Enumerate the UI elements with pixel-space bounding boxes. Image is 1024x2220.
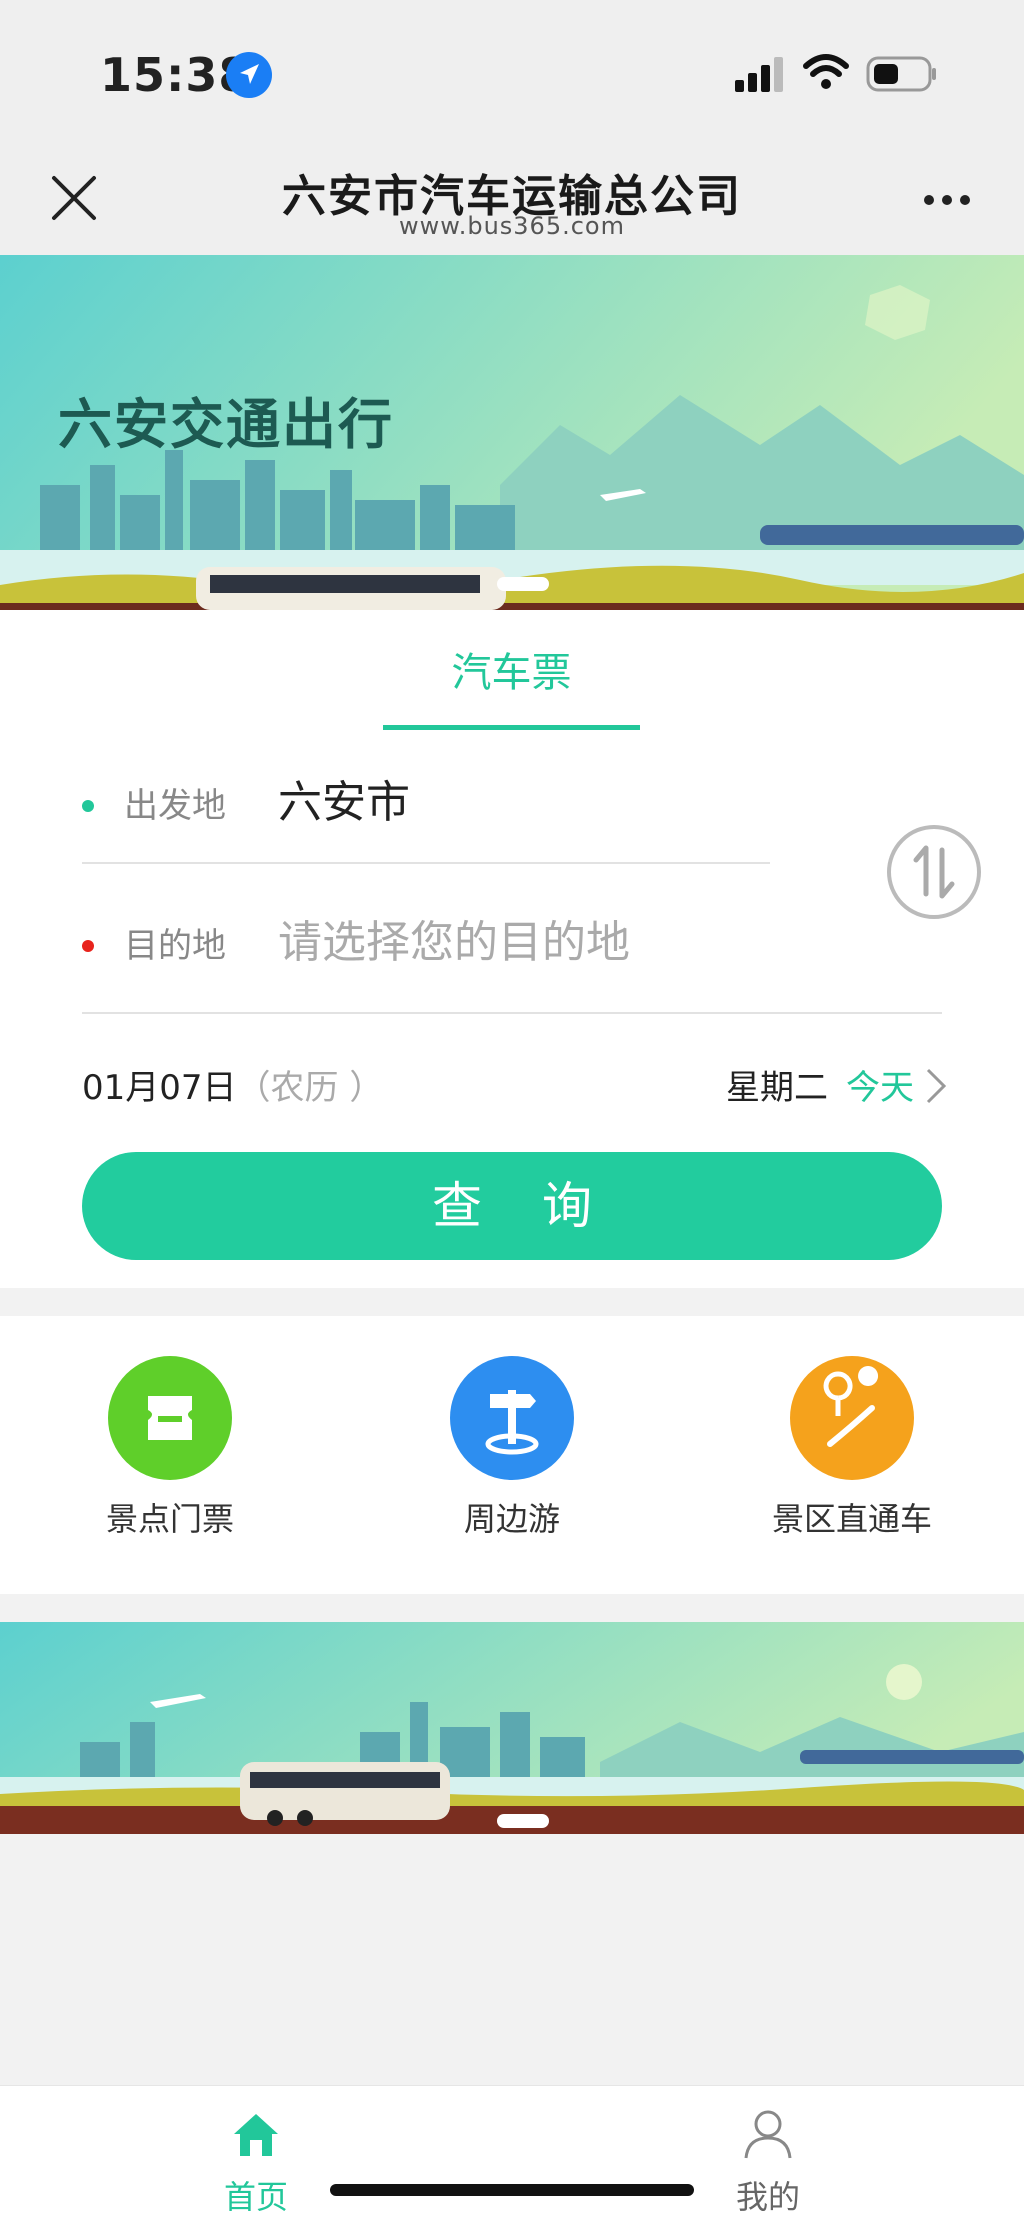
search-button[interactable]: 查询 — [82, 1152, 942, 1260]
carousel-indicator — [497, 577, 549, 591]
more-menu-button[interactable] — [924, 190, 978, 210]
signpost-icon — [450, 1356, 574, 1480]
swap-icon[interactable] — [886, 824, 982, 920]
departure-dot — [82, 800, 94, 812]
map-pin-icon — [790, 1356, 914, 1480]
feature-scenic-shuttle[interactable]: 景区直通车 — [732, 1356, 972, 1540]
home-icon — [234, 2114, 278, 2156]
feature-grid: 景点门票 周边游 景区直通车 — [0, 1316, 1024, 1594]
departure-label: 出发地 — [124, 786, 226, 826]
wifi-icon — [803, 54, 849, 89]
date-selector[interactable]: 01月07日（农历 ） — [82, 1060, 383, 1109]
nav-label: 首页 — [223, 2178, 288, 2216]
weekday-label: 星期二 — [726, 1068, 828, 1108]
home-indicator — [330, 2184, 694, 2196]
cellular-signal-icon — [735, 57, 783, 92]
departure-field[interactable]: 六安市 — [278, 766, 410, 830]
feature-nearby-tours[interactable]: 周边游 — [392, 1356, 632, 1540]
bottom-nav: 首页 我的 — [0, 2085, 1024, 2220]
promo-banner[interactable]: 六安交通出行 — [0, 255, 1024, 610]
carousel-indicator — [497, 1814, 549, 1828]
location-icon — [226, 52, 272, 98]
lunar-date: （农历 ） — [236, 1068, 384, 1108]
battery-icon — [866, 56, 936, 92]
destination-dot — [82, 940, 94, 952]
ticket-icon — [108, 1356, 232, 1480]
date-value: 01月07日 — [82, 1068, 237, 1108]
divider — [82, 1012, 942, 1014]
title-bar: 六安市汽车运输总公司 www.bus365.com — [0, 140, 1024, 255]
feature-scenic-tickets[interactable]: 景点门票 — [50, 1356, 290, 1540]
user-icon — [744, 2110, 792, 2159]
nav-label: 我的 — [735, 2178, 800, 2216]
feature-label: 景点门票 — [105, 1500, 234, 1538]
feature-label: 周边游 — [463, 1500, 560, 1538]
page-url: www.bus365.com — [399, 212, 625, 240]
ticket-search-card: 汽车票 出发地 六安市 目的地 请选择您的目的地 01月07日（农历 ） 星期二… — [0, 610, 1024, 1288]
destination-field[interactable]: 请选择您的目的地 — [278, 906, 630, 970]
today-link[interactable]: 今天 — [846, 1060, 914, 1109]
nav-home[interactable]: 首页 — [176, 2106, 336, 2218]
nav-profile[interactable]: 我的 — [688, 2106, 848, 2218]
divider — [82, 862, 770, 864]
feature-label: 景区直通车 — [771, 1500, 932, 1538]
status-bar: 15:38 — [0, 0, 1024, 140]
banner-headline: 六安交通出行 — [58, 393, 394, 456]
destination-label: 目的地 — [124, 926, 226, 966]
chevron-right-icon[interactable] — [924, 1066, 948, 1106]
promo-banner-secondary[interactable] — [0, 1622, 1024, 1834]
banner-illustration — [0, 1622, 1024, 1834]
tab-active-indicator — [383, 725, 640, 730]
